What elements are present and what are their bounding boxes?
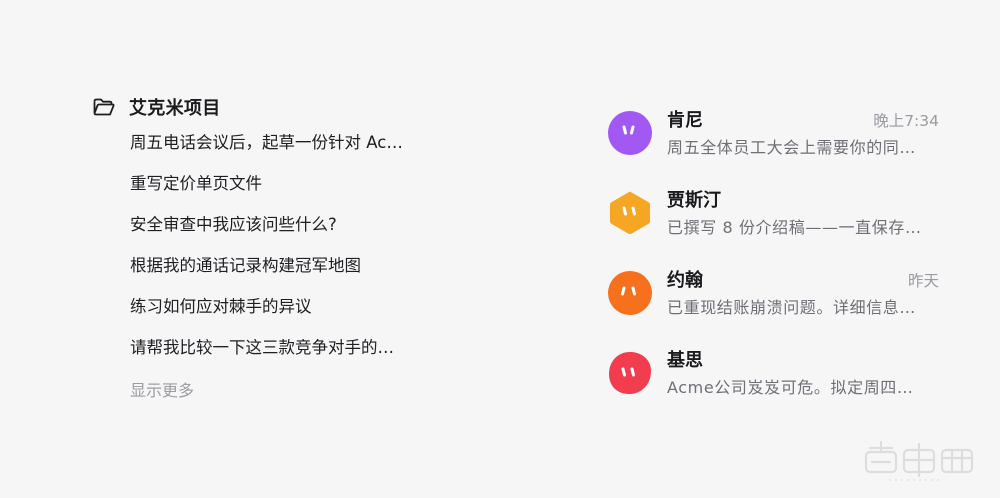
thread-list: 周五电话会议后，起草一份针对 Ac… 重写定价单页文件 安全审查中我应该问些什么… [130, 132, 513, 378]
chat-time: 晚上7:34 [873, 112, 939, 130]
thread-item[interactable]: 练习如何应对棘手的异议 [130, 296, 430, 337]
avatar [607, 110, 653, 156]
avatar [607, 270, 653, 316]
chat-preview: 周五全体员工大会上需要你的同… [667, 138, 917, 157]
show-more-link[interactable]: 显示更多 [130, 380, 513, 402]
project-panel: 艾克米项目 周五电话会议后，起草一份针对 Ac… 重写定价单页文件 安全审查中我… [93, 92, 513, 402]
project-header[interactable]: 艾克米项目 [93, 92, 513, 122]
thread-item[interactable]: 重写定价单页文件 [130, 173, 430, 214]
chat-preview: 已撰写 8 份介绍稿——一直保存… [667, 218, 922, 237]
project-title: 艾克米项目 [129, 98, 221, 119]
avatar [607, 350, 653, 396]
thread-item[interactable]: 请帮我比较一下这三款竞争对手的… [130, 337, 430, 378]
thread-item[interactable]: 周五电话会议后，起草一份针对 Ac… [130, 132, 430, 173]
chat-row-kenny[interactable]: 肯尼 晚上7:34 周五全体员工大会上需要你的同… [607, 106, 939, 186]
thread-item[interactable]: 根据我的通话记录构建冠军地图 [130, 255, 430, 296]
folder-open-icon [93, 98, 115, 116]
watermark-logo [860, 436, 980, 484]
chat-name: 基思 [667, 350, 703, 371]
thread-item[interactable]: 安全审查中我应该问些什么? [130, 214, 430, 255]
avatar [607, 190, 653, 236]
chat-row-justin[interactable]: 贾斯汀 已撰写 8 份介绍稿——一直保存… [607, 186, 939, 266]
chat-name: 肯尼 [667, 110, 703, 131]
chat-name: 约翰 [667, 270, 703, 291]
chat-row-keith[interactable]: 基思 Acme公司岌岌可危。拟定周四… [607, 346, 939, 426]
chat-list: 肯尼 晚上7:34 周五全体员工大会上需要你的同… 贾斯汀 已撰写 8 份介绍稿… [607, 106, 939, 426]
chat-preview: 已重现结账崩溃问题。详细信息… [667, 298, 917, 317]
chat-row-john[interactable]: 约翰 昨天 已重现结账崩溃问题。详细信息… [607, 266, 939, 346]
chat-time: 昨天 [907, 272, 939, 290]
chat-preview: Acme公司岌岌可危。拟定周四… [667, 378, 914, 397]
chat-name: 贾斯汀 [667, 190, 721, 211]
